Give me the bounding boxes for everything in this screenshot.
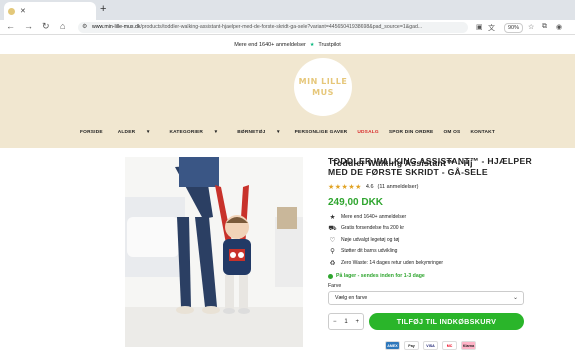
announcement-bar: Mere end 1640+ anmeldelser ★ Trustpilot <box>0 36 575 54</box>
forward-icon[interactable]: → <box>24 21 33 31</box>
star-icon: ★ <box>329 213 336 221</box>
rating-value: 4.6 <box>365 184 374 190</box>
nav-item-spor-din-ordre[interactable]: SPOR DIN ORDRE <box>384 130 439 142</box>
feature-text: Mere end 1640+ anmeldelser <box>341 213 407 220</box>
rating-stars-icon: ★★★★★ <box>328 184 362 191</box>
nav-item-personlige-gaver[interactable]: PERSONLIGE GAVER <box>290 130 353 142</box>
nav-item-om-os[interactable]: OM OS <box>438 130 465 142</box>
favicon <box>8 7 15 15</box>
quantity-value[interactable]: 1 <box>344 319 347 325</box>
nav-item-kontakt[interactable]: KONTAKT <box>465 130 500 142</box>
chevron-down-icon: ⌄ <box>512 295 518 301</box>
nav-item-kategorier[interactable]: KATEGORIER ▾ <box>159 130 227 142</box>
increase-qty-button[interactable]: + <box>355 319 359 325</box>
profile-icon[interactable]: ◉ <box>556 23 562 31</box>
nav-item-forside[interactable]: FORSIDE <box>75 130 108 142</box>
visa-icon: VISA <box>423 341 438 350</box>
back-icon[interactable]: ← <box>6 21 15 31</box>
product-title: TODDLER WALKING ASSISTANT™ - HJÆLPER MED… <box>328 156 533 177</box>
nav-label: BØRNETØJ <box>237 130 266 135</box>
home-icon[interactable]: ⌂ <box>60 21 65 31</box>
chevron-down-icon: ▾ <box>277 130 280 135</box>
site-header: MIN LILLE MUS FORSIDE ALDER ▾ KATEGORIER… <box>0 54 575 148</box>
color-select[interactable]: Vælg en farve ⌄ <box>328 291 524 305</box>
bookmark-star-icon[interactable]: ☆ <box>528 23 534 31</box>
quantity-stepper[interactable]: − 1 + <box>328 313 364 330</box>
product-photo-illustration <box>125 157 303 347</box>
feature-item: ♡ Nøje udvalgt legetøj og tøj <box>328 234 538 246</box>
product-rating[interactable]: ★★★★★ 4.6 (11 anmeldelser) <box>328 183 418 191</box>
tab-bar: Toddler Walking Assistant™ - Hj ✕ + <box>0 0 575 168</box>
close-tab-icon[interactable]: ✕ <box>20 7 26 15</box>
nav-item-alder[interactable]: ALDER ▾ <box>108 130 160 142</box>
color-select-value: Vælg en farve <box>335 295 368 301</box>
new-tab-icon[interactable]: + <box>100 3 106 15</box>
review-count: (11 anmeldelser) <box>377 184 419 190</box>
feature-list: ★ Mere end 1640+ anmeldelser ⛟ Gratis fo… <box>328 211 538 269</box>
feature-item: ♻ Zero Waste: 14 dages retur uden bekymr… <box>328 257 538 269</box>
url-field[interactable]: ⚙ www.min-lille-mus.dk/products/toddler-… <box>78 22 468 33</box>
extensions-icon[interactable]: ⧉ <box>542 23 547 31</box>
main-nav: FORSIDE ALDER ▾ KATEGORIER ▾ BØRNETØJ ▾ … <box>0 130 575 142</box>
announcement-text: Mere end 1640+ anmeldelser <box>234 42 306 48</box>
color-label: Farve <box>328 283 342 289</box>
amex-icon: AMEX <box>385 341 400 350</box>
zoom-indicator[interactable]: 90% <box>504 23 524 33</box>
feature-text: Støtter dit barns udvikling <box>341 248 398 255</box>
apple-pay-icon: Pay <box>404 341 419 350</box>
logo-line-2: MUS <box>312 88 334 97</box>
in-stock-dot-icon <box>328 273 333 279</box>
chevron-down-icon: ▾ <box>146 130 150 135</box>
return-icon: ♻ <box>329 259 336 267</box>
feature-item: ⚲ Støtter dit barns udvikling <box>328 246 538 258</box>
stock-status: På lager - sendes inden for 1-3 dage <box>328 273 425 279</box>
feature-text: Gratis forsendelse fra 200 kr <box>341 225 405 232</box>
truck-icon: ⛟ <box>328 224 337 232</box>
reload-icon[interactable]: ↻ <box>42 21 50 32</box>
product-image[interactable] <box>125 157 303 347</box>
site-logo[interactable]: MIN LILLE MUS <box>294 58 352 116</box>
browser-tab[interactable]: Toddler Walking Assistant™ - Hj ✕ <box>4 2 472 168</box>
growth-icon: ⚲ <box>330 248 335 256</box>
feature-text: Zero Waste: 14 dages retur uden bekymrin… <box>341 259 444 266</box>
logo-line-1: MIN LILLE <box>298 77 348 86</box>
nav-label: KATEGORIER <box>169 130 204 135</box>
feature-item: ★ Mere end 1640+ anmeldelser <box>328 211 538 223</box>
stock-text: På lager - sendes inden for 1-3 dage <box>336 273 425 279</box>
heart-icon: ♡ <box>329 236 336 244</box>
chevron-down-icon: ▾ <box>214 130 218 135</box>
trustpilot-star-icon: ★ <box>309 42 315 48</box>
feature-text: Nøje udvalgt legetøj og tøj <box>341 236 400 243</box>
add-to-cart-button[interactable]: TILFØJ TIL INDKØBSKURV <box>369 313 524 330</box>
nav-item-bornetoj[interactable]: BØRNETØJ ▾ <box>227 130 289 142</box>
klarna-icon: Klarna <box>461 341 476 350</box>
screenshot-icon[interactable]: ▣ <box>476 23 483 31</box>
decrease-qty-button[interactable]: − <box>333 319 337 325</box>
feature-item: ⛟ Gratis forsendelse fra 200 kr <box>328 223 538 235</box>
mastercard-icon: MC <box>442 341 457 350</box>
translate-icon[interactable]: 文 <box>488 23 495 33</box>
url-host: www.min-lille-mus.dk <box>92 24 141 30</box>
nav-item-udsalg[interactable]: UDSALG <box>352 130 383 142</box>
site-info-icon[interactable]: ⚙ <box>82 22 87 33</box>
product-price: 249,00 DKK <box>328 197 384 208</box>
payment-methods: AMEX Pay VISA MC Klarna <box>385 341 476 350</box>
trustpilot-label: Trustpilot <box>318 42 341 48</box>
address-bar-row: ← → ↻ ⌂ ⚙ www.min-lille-mus.dk/products/… <box>0 20 575 35</box>
nav-label: ALDER <box>117 130 136 135</box>
url-path: /products/toddler-walking-assistant-hjae… <box>140 24 423 30</box>
